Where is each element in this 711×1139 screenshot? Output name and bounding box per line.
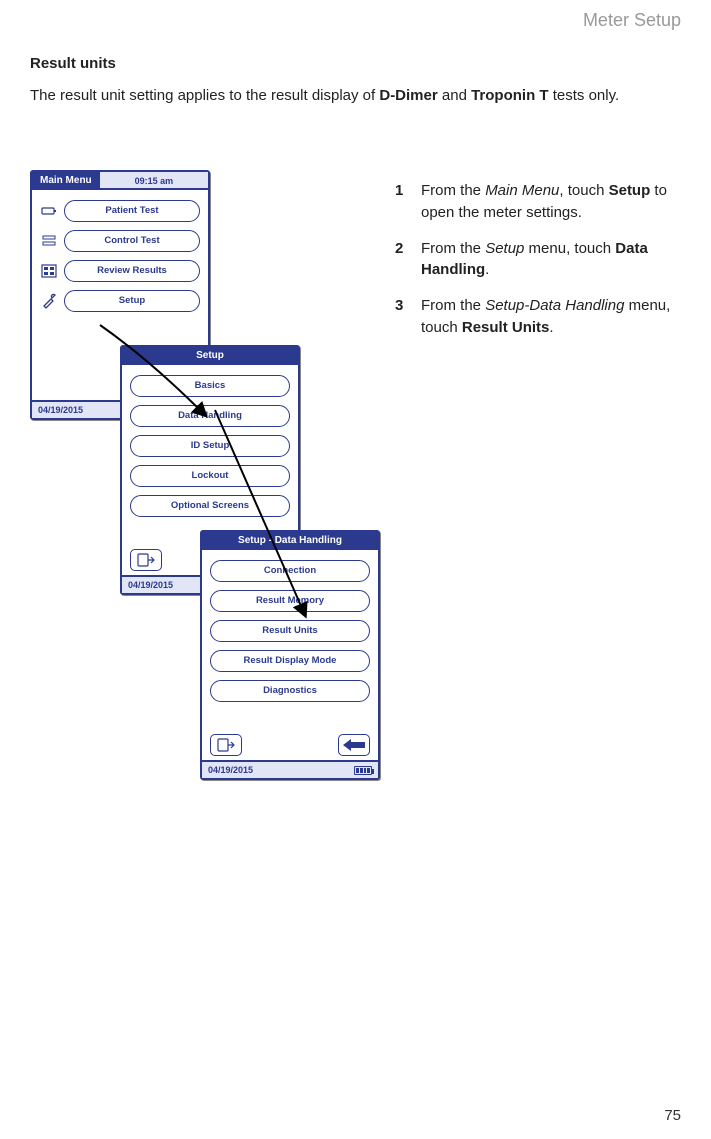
logout-icon <box>137 553 155 567</box>
id-setup-button[interactable]: ID Setup <box>130 435 290 457</box>
logout-button[interactable] <box>130 549 162 571</box>
page-number: 75 <box>664 1107 681 1124</box>
setup-icon <box>40 292 58 310</box>
patient-test-button[interactable]: Patient Test <box>64 200 200 222</box>
title-bar: Main Menu 09:15 am <box>32 172 208 190</box>
review-results-button[interactable]: Review Results <box>64 260 200 282</box>
page-header-section: Meter Setup <box>583 10 681 31</box>
footer-date: 04/19/2015 <box>38 401 83 419</box>
menu-row: Setup <box>40 290 200 312</box>
diagnostics-button[interactable]: Diagnostics <box>210 680 370 702</box>
intro-paragraph: The result unit setting applies to the r… <box>30 85 681 106</box>
step-number: 1 <box>395 180 421 224</box>
back-arrow-icon <box>343 739 365 751</box>
basics-button[interactable]: Basics <box>130 375 290 397</box>
review-results-icon <box>40 262 58 280</box>
optional-screens-button[interactable]: Optional Screens <box>130 495 290 517</box>
logout-button[interactable] <box>210 734 242 756</box>
step-body: From the Setup-Data Handling menu, touch… <box>421 295 681 339</box>
menu-row: Control Test <box>40 230 200 252</box>
screen-title: Setup - Data Handling <box>202 532 378 548</box>
section-title: Result units <box>30 55 116 72</box>
menu-row: Patient Test <box>40 200 200 222</box>
intro-text-3: tests only. <box>549 87 620 104</box>
step-3: 3 From the Setup-Data Handling menu, tou… <box>395 295 681 339</box>
intro-text-1: The result unit setting applies to the r… <box>30 87 379 104</box>
step-1: 1 From the Main Menu, touch Setup to ope… <box>395 180 681 224</box>
data-handling-screen: Setup - Data Handling Connection Result … <box>200 530 380 780</box>
footer-date: 04/19/2015 <box>128 576 173 594</box>
device-screens: Main Menu 09:15 am Patient Test Control … <box>30 170 380 810</box>
screen-title: Setup <box>122 347 298 363</box>
control-test-icon <box>40 232 58 250</box>
lockout-button[interactable]: Lockout <box>130 465 290 487</box>
title-bar: Setup <box>122 347 298 365</box>
screen-time: 09:15 am <box>100 172 208 188</box>
footer-bar: 04/19/2015 <box>202 760 378 778</box>
control-test-button[interactable]: Control Test <box>64 230 200 252</box>
setup-button[interactable]: Setup <box>64 290 200 312</box>
title-bar: Setup - Data Handling <box>202 532 378 550</box>
intro-text-2: and <box>438 87 471 104</box>
screen-title: Main Menu <box>32 172 100 188</box>
connection-button[interactable]: Connection <box>210 560 370 582</box>
step-2: 2 From the Setup menu, touch Data Handli… <box>395 238 681 282</box>
result-display-mode-button[interactable]: Result Display Mode <box>210 650 370 672</box>
step-number: 3 <box>395 295 421 339</box>
menu-row: Review Results <box>40 260 200 282</box>
data-handling-button[interactable]: Data Handling <box>130 405 290 427</box>
footer-date: 04/19/2015 <box>208 761 253 779</box>
result-memory-button[interactable]: Result Memory <box>210 590 370 612</box>
patient-test-icon <box>40 202 58 220</box>
step-number: 2 <box>395 238 421 282</box>
result-units-button[interactable]: Result Units <box>210 620 370 642</box>
step-body: From the Main Menu, touch Setup to open … <box>421 180 681 224</box>
logout-icon <box>217 738 235 752</box>
battery-icon <box>354 766 372 775</box>
intro-bold-2: Troponin T <box>471 87 548 104</box>
back-button[interactable] <box>338 734 370 756</box>
step-body: From the Setup menu, touch Data Handling… <box>421 238 681 282</box>
intro-bold-1: D-Dimer <box>379 87 437 104</box>
instructions: 1 From the Main Menu, touch Setup to ope… <box>395 180 681 353</box>
